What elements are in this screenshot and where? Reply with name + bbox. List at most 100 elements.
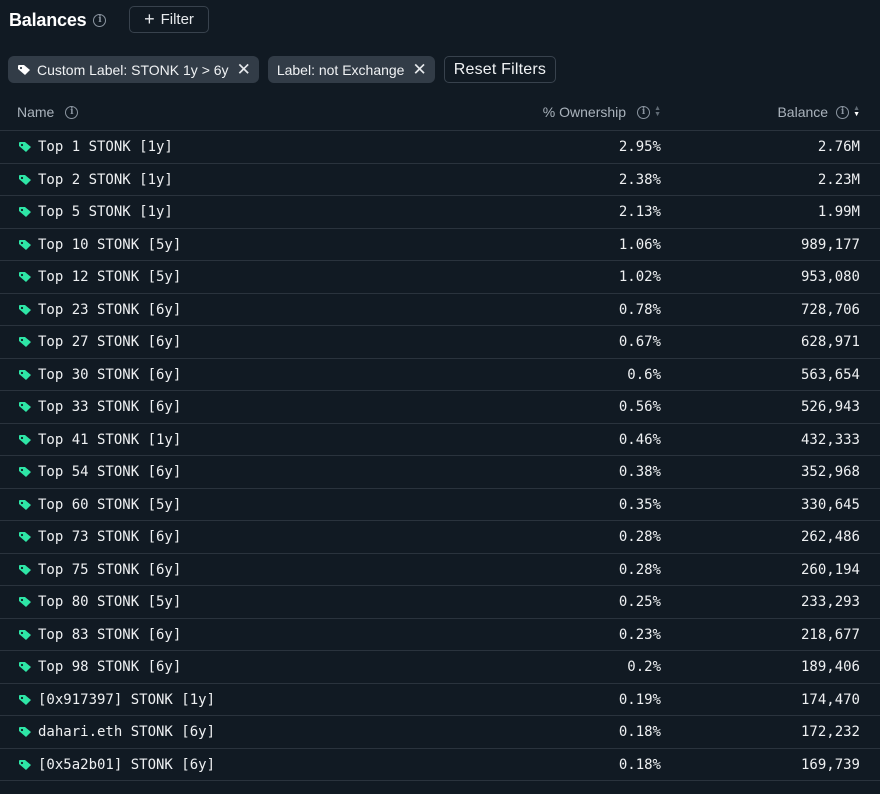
- ownership-value: 0.19%: [618, 691, 661, 708]
- balance-value: 189,406: [800, 659, 860, 675]
- table-row[interactable]: Top 1 STONK [1y] 2.95% 2.76M: [0, 131, 880, 164]
- tag-icon: [19, 597, 31, 607]
- row-name-cell: Top 60 STONK [5y]: [18, 497, 181, 513]
- table-header: Name i % Ownership i ▲ ▼ Balance i ▲ ▼: [0, 96, 880, 131]
- ownership-value: 0.25%: [618, 594, 661, 610]
- info-icon[interactable]: i: [637, 105, 651, 119]
- entity-name[interactable]: Top 23 STONK [6y]: [38, 302, 181, 318]
- entity-name[interactable]: Top 80 STONK [5y]: [38, 594, 181, 610]
- ownership-value: 0.28%: [618, 561, 661, 578]
- tag-icon: [19, 142, 31, 152]
- entity-name[interactable]: [0x5a2b01] STONK [6y]: [38, 757, 215, 773]
- balance-value: 174,470: [800, 691, 860, 708]
- table-row[interactable]: Top 12 STONK [5y] 1.02% 953,080: [0, 261, 880, 294]
- sort-desc-icon[interactable]: ▲ ▼: [853, 105, 860, 118]
- row-name-cell: Top 30 STONK [6y]: [18, 367, 181, 383]
- table-row[interactable]: Top 83 STONK [6y] 0.23% 218,677: [0, 619, 880, 651]
- ownership-value: 0.18%: [618, 756, 661, 773]
- balance-value: 2.23M: [817, 171, 860, 188]
- filter-chip-label: Label: not Exchange: [276, 61, 405, 78]
- table-row[interactable]: Top 98 STONK [6y] 0.2% 189,406: [0, 651, 880, 684]
- entity-name[interactable]: [0x917397] STONK [1y]: [38, 692, 215, 708]
- reset-filters-button[interactable]: Reset Filters: [443, 56, 557, 83]
- close-icon[interactable]: ✕: [237, 61, 251, 78]
- table-row[interactable]: Top 30 STONK [6y] 0.6% 563,654: [0, 359, 880, 391]
- table-row[interactable]: Top 33 STONK [6y] 0.56% 526,943: [0, 391, 880, 424]
- balance-value: 172,232: [800, 724, 860, 740]
- ownership-value: 0.67%: [618, 334, 661, 350]
- entity-name[interactable]: Top 83 STONK [6y]: [38, 627, 181, 643]
- entity-name[interactable]: Top 98 STONK [6y]: [38, 659, 181, 675]
- entity-name[interactable]: Top 27 STONK [6y]: [38, 334, 181, 350]
- entity-name[interactable]: Top 73 STONK [6y]: [38, 529, 181, 545]
- entity-name[interactable]: Top 12 STONK [5y]: [38, 269, 181, 285]
- info-icon[interactable]: i: [65, 105, 79, 119]
- info-icon[interactable]: i: [93, 13, 107, 27]
- balance-value: 1.99M: [817, 204, 860, 220]
- row-name-cell: Top 33 STONK [6y]: [18, 399, 181, 415]
- table-row[interactable]: Top 10 STONK [5y] 1.06% 989,177: [0, 229, 880, 261]
- entity-name[interactable]: Top 10 STONK [5y]: [38, 237, 181, 253]
- row-name-cell: Top 98 STONK [6y]: [18, 659, 181, 675]
- tag-icon: [19, 174, 31, 185]
- table-row[interactable]: Top 54 STONK [6y] 0.38% 352,968: [0, 456, 880, 489]
- ownership-value: 2.38%: [618, 171, 661, 188]
- filter-chip-custom-label[interactable]: Custom Label: STONK 1y > 6y ✕: [8, 56, 259, 83]
- column-header-ownership[interactable]: % Ownership i ▲ ▼: [543, 103, 661, 121]
- row-name-cell: Top 27 STONK [6y]: [18, 334, 181, 350]
- table-row[interactable]: Top 80 STONK [5y] 0.25% 233,293: [0, 586, 880, 619]
- balance-value: 728,706: [800, 301, 860, 318]
- row-name-cell: Top 41 STONK [1y]: [18, 432, 181, 448]
- ownership-value: 0.46%: [618, 431, 661, 448]
- filter-chip-label-exchange[interactable]: Label: not Exchange ✕: [267, 56, 435, 83]
- table-row[interactable]: Top 2 STONK [1y] 2.38% 2.23M: [0, 164, 880, 196]
- entity-name[interactable]: Top 5 STONK [1y]: [38, 204, 173, 220]
- tag-icon: [19, 694, 31, 705]
- ownership-value: 0.78%: [618, 301, 661, 318]
- ownership-value: 0.38%: [618, 464, 661, 480]
- close-icon[interactable]: ✕: [412, 61, 426, 78]
- ownership-value: 0.18%: [618, 724, 661, 740]
- entity-name[interactable]: Top 75 STONK [6y]: [38, 562, 181, 578]
- table-row[interactable]: Top 73 STONK [6y] 0.28% 262,486: [0, 521, 880, 554]
- table-row[interactable]: Top 5 STONK [1y] 2.13% 1.99M: [0, 196, 880, 229]
- row-name-cell: [0x5a2b01] STONK [6y]: [18, 757, 215, 773]
- entity-name[interactable]: Top 54 STONK [6y]: [38, 464, 181, 480]
- balance-value: 262,486: [800, 529, 860, 545]
- table-row[interactable]: [0x5a2b01] STONK [6y] 0.18% 169,739: [0, 749, 880, 781]
- ownership-value: 0.56%: [618, 399, 661, 415]
- table-row[interactable]: [0x917397] STONK [1y] 0.19% 174,470: [0, 684, 880, 716]
- add-filter-button[interactable]: + Filter: [129, 6, 209, 33]
- sort-icon[interactable]: ▲ ▼: [654, 105, 661, 118]
- entity-name[interactable]: Top 41 STONK [1y]: [38, 432, 181, 448]
- entity-name[interactable]: dahari.eth STONK [6y]: [38, 724, 215, 740]
- row-name-cell: Top 12 STONK [5y]: [18, 269, 181, 285]
- tag-icon: [19, 434, 31, 445]
- row-name-cell: Top 1 STONK [1y]: [18, 139, 173, 155]
- column-name-label: Name: [17, 104, 55, 120]
- table-row[interactable]: Top 75 STONK [6y] 0.28% 260,194: [0, 554, 880, 586]
- entity-name[interactable]: Top 60 STONK [5y]: [38, 497, 181, 513]
- page-title: Balances: [9, 9, 87, 30]
- entity-name[interactable]: Top 30 STONK [6y]: [38, 367, 181, 383]
- balance-value: 628,971: [800, 334, 860, 350]
- balance-value: 218,677: [800, 626, 860, 643]
- table-row[interactable]: Top 27 STONK [6y] 0.67% 628,971: [0, 326, 880, 359]
- table-row[interactable]: Top 60 STONK [5y] 0.35% 330,645: [0, 489, 880, 521]
- table-row[interactable]: Top 23 STONK [6y] 0.78% 728,706: [0, 294, 880, 326]
- info-icon[interactable]: i: [836, 105, 850, 119]
- tag-icon: [19, 337, 31, 347]
- balance-value: 352,968: [800, 464, 860, 480]
- tag-icon: [19, 629, 31, 640]
- column-header-balance[interactable]: Balance i ▲ ▼: [777, 103, 860, 121]
- active-filters: Custom Label: STONK 1y > 6y ✕ Label: not…: [8, 56, 557, 83]
- tag-icon: [19, 532, 31, 542]
- table-row[interactable]: dahari.eth STONK [6y] 0.18% 172,232: [0, 716, 880, 749]
- table-row[interactable]: Top 41 STONK [1y] 0.46% 432,333: [0, 424, 880, 456]
- entity-name[interactable]: Top 2 STONK [1y]: [38, 172, 173, 188]
- entity-name[interactable]: Top 1 STONK [1y]: [38, 139, 173, 155]
- column-header-name[interactable]: Name i: [17, 103, 79, 121]
- entity-name[interactable]: Top 33 STONK [6y]: [38, 399, 181, 415]
- balance-value: 260,194: [800, 561, 860, 578]
- add-filter-label: Filter: [160, 11, 194, 28]
